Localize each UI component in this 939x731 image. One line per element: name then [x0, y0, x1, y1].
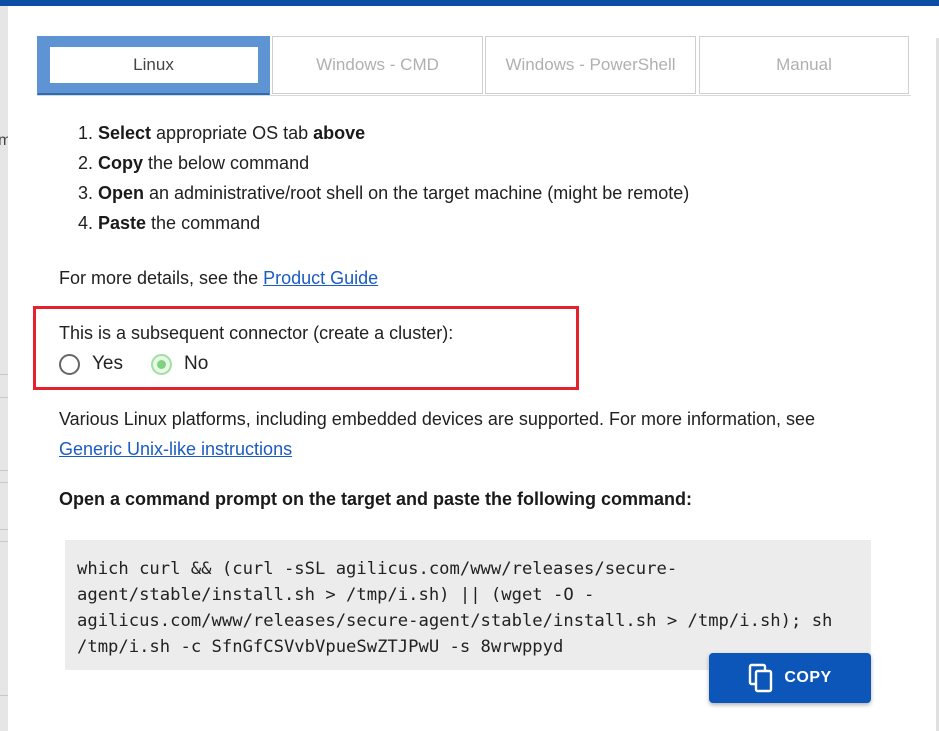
tab-manual[interactable]: Manual — [699, 36, 909, 94]
install-connector-dialog: Linux Windows - CMD Windows - PowerShell… — [8, 6, 939, 731]
step-number: 2. — [78, 153, 94, 173]
step-number: 3. — [78, 183, 94, 203]
radio-unchecked-icon[interactable] — [59, 353, 80, 375]
command-line: agilicus.com/www/releases/secure-agent/s… — [77, 611, 833, 631]
generic-unix-link[interactable]: Generic Unix-like instructions — [59, 439, 292, 459]
content-copy-icon — [749, 663, 773, 693]
instruction-steps: 1. Select appropriate OS tab above 2. Copy… — [78, 118, 689, 238]
product-guide-link[interactable]: Product Guide — [263, 268, 378, 288]
copy-button[interactable]: COPY — [709, 653, 871, 703]
details-text: For more details, see the — [59, 268, 264, 288]
background-page-edge: m — [0, 6, 11, 731]
tab-label: Linux — [133, 55, 174, 74]
tab-bar-divider — [37, 95, 911, 96]
radio-no[interactable]: No — [151, 349, 208, 379]
radio-label: No — [184, 353, 209, 374]
tab-linux[interactable]: Linux — [37, 36, 270, 96]
command-line: agent/stable/install.sh > /tmp/i.sh) || … — [77, 585, 595, 605]
background-divider — [0, 397, 8, 398]
step-item: 2. Copy the below command — [78, 148, 689, 178]
step-text: the below command — [143, 153, 310, 173]
step-item: 4. Paste the command — [78, 208, 689, 238]
background-divider — [0, 374, 8, 375]
linux-info-text: Various Linux platforms, including embed… — [59, 409, 816, 429]
step-number: 1. — [78, 123, 94, 143]
background-divider — [0, 470, 8, 471]
background-divider — [0, 541, 8, 542]
details-paragraph: For more details, see the Product Guide — [59, 263, 378, 293]
tab-label: Manual — [776, 55, 832, 74]
radio-checked-icon[interactable] — [151, 353, 172, 375]
background-divider — [0, 695, 8, 696]
tab-windows-cmd[interactable]: Windows - CMD — [272, 36, 483, 94]
cluster-question: This is a subsequent connector (create a… — [59, 323, 454, 343]
background-divider — [0, 482, 8, 483]
os-tab-bar: Linux Windows - CMD Windows - PowerShell… — [37, 36, 911, 96]
command-heading: Open a command prompt on the target and … — [59, 489, 693, 509]
copy-button-label: COPY — [784, 669, 832, 686]
step-text: an administrative/root shell on the targ… — [144, 183, 690, 203]
command-line: which curl && (curl -sSL agilicus.com/ww… — [77, 559, 678, 579]
radio-yes[interactable]: Yes — [59, 349, 123, 379]
step-text: appropriate OS tab — [151, 123, 314, 143]
step-keyword: Copy — [98, 153, 143, 173]
step-number: 4. — [78, 213, 94, 233]
linux-support-paragraph: Various Linux platforms, including embed… — [59, 404, 879, 464]
background-divider — [0, 529, 8, 530]
step-keyword: Paste — [98, 213, 147, 233]
step-keyword: Select — [98, 123, 152, 143]
tab-windows-powershell[interactable]: Windows - PowerShell — [485, 36, 696, 94]
step-item: 3. Open an administrative/root shell on t… — [78, 178, 689, 208]
step-keyword: above — [313, 123, 366, 143]
radio-label: Yes — [92, 353, 123, 374]
step-text: the command — [146, 213, 261, 233]
step-item: 1. Select appropriate OS tab above — [78, 118, 689, 148]
tab-label: Windows - PowerShell — [505, 55, 676, 74]
install-command-block[interactable]: which curl && (curl -sSL agilicus.com/ww… — [65, 540, 871, 670]
step-keyword: Open — [98, 183, 145, 203]
tab-label: Windows - CMD — [316, 55, 439, 74]
